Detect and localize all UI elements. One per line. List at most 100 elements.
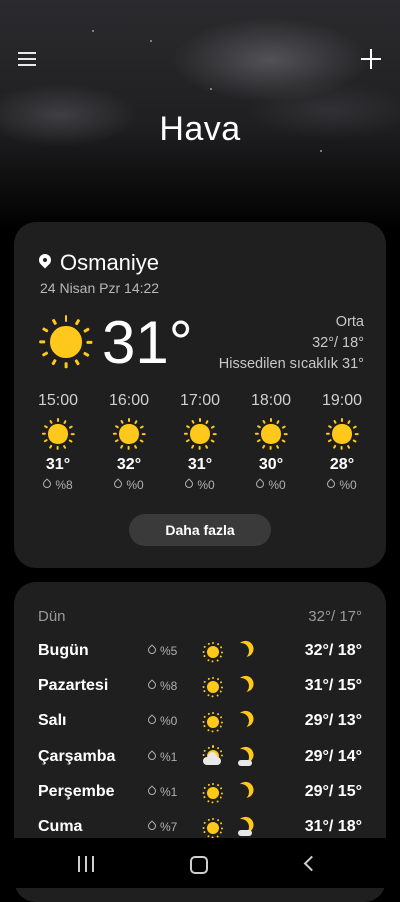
daily-row[interactable]: Bugün %5 32°/ 18°: [38, 640, 362, 664]
partly-cloudy-icon: [202, 745, 224, 768]
menu-icon[interactable]: [18, 50, 40, 68]
more-button[interactable]: Daha fazla: [129, 514, 271, 546]
hourly-item: 17:00 31° %0: [170, 392, 230, 492]
hour-rain-value: %0: [339, 478, 357, 492]
sun-icon: [202, 817, 224, 839]
raindrop-icon: [146, 750, 158, 762]
hour-rain: %0: [312, 478, 372, 492]
hour-temp: 32°: [116, 456, 142, 473]
day-rain-value: %5: [160, 644, 178, 658]
hour-time: 19:00: [321, 392, 363, 409]
star: [210, 88, 212, 90]
recents-icon[interactable]: [78, 856, 96, 872]
raindrop-icon: [146, 714, 158, 726]
day-temps: 32°/ 18°: [304, 642, 362, 659]
raindrop-icon: [146, 820, 158, 832]
sun-icon: [202, 641, 224, 663]
moon-icon: [236, 783, 256, 803]
raindrop-icon: [183, 478, 195, 490]
system-navbar: [0, 838, 400, 888]
moon-icon: [236, 642, 256, 662]
hour-time: 15:00: [37, 392, 79, 409]
daily-row[interactable]: Pazartesi %8 31°/ 15°: [38, 675, 362, 699]
hour-temp: 30°: [258, 456, 284, 473]
moon-icon: [236, 677, 256, 697]
raindrop-icon: [146, 679, 158, 691]
hourly-item: 15:00 31° %8: [28, 392, 88, 492]
hour-rain-value: %0: [197, 478, 215, 492]
sun-icon: [202, 676, 224, 698]
hour-rain-value: %0: [126, 478, 144, 492]
yesterday-row: Dün 32°/ 17°: [38, 608, 362, 625]
raindrop-icon: [254, 478, 266, 490]
raindrop-icon: [146, 644, 158, 656]
home-icon[interactable]: [190, 856, 208, 874]
daily-row[interactable]: Perşembe %1 29°/ 15°: [38, 781, 362, 805]
day-rain: %1: [146, 750, 178, 764]
sun-icon: [325, 417, 359, 451]
hour-rain: %0: [241, 478, 301, 492]
day-temps: 31°/ 15°: [304, 677, 362, 694]
day-name: Bugün: [38, 642, 89, 659]
current-datetime: 24 Nisan Pzr 14:22: [40, 280, 160, 296]
hour-rain: %0: [99, 478, 159, 492]
hourly-item: 16:00 32° %0: [99, 392, 159, 492]
plus-icon[interactable]: [360, 48, 382, 70]
current-details: Orta 32°/ 18° Hissedilen sıcaklık 31°: [219, 312, 364, 375]
moon-cloud-icon: [236, 818, 256, 838]
moon-cloud-icon: [236, 748, 256, 768]
sun-icon: [202, 711, 224, 733]
day-name: Perşembe: [38, 783, 115, 800]
raindrop-icon: [146, 785, 158, 797]
condition-label: Orta: [335, 314, 364, 330]
hour-time: 17:00: [179, 392, 221, 409]
hourly-item: 19:00 28° %0: [312, 392, 372, 492]
raindrop-icon: [41, 478, 53, 490]
daily-row[interactable]: Çarşamba %1 29°/ 14°: [38, 745, 362, 770]
day-name: Pazartesi: [38, 677, 109, 694]
sun-icon: [202, 782, 224, 804]
high-low: 32°/ 18°: [312, 335, 364, 351]
yesterday-temps: 32°/ 17°: [308, 608, 362, 625]
app-title: Hava: [159, 110, 241, 148]
current-weather-card[interactable]: Osmaniye 24 Nisan Pzr 14:22 31° Orta 32°…: [14, 222, 386, 568]
yesterday-label: Dün: [38, 608, 66, 625]
hour-temp: 28°: [329, 456, 355, 473]
star: [92, 30, 94, 32]
location-name: Osmaniye: [60, 250, 160, 275]
day-temps: 29°/ 13°: [304, 712, 362, 729]
day-rain-value: %7: [160, 820, 178, 834]
day-rain-value: %0: [160, 714, 178, 728]
sun-icon: [183, 417, 217, 451]
location-pin-icon: [38, 254, 52, 272]
sun-icon: [39, 315, 93, 369]
daily-row[interactable]: Cuma %7 31°/ 18°: [38, 816, 362, 840]
hour-rain-value: %0: [268, 478, 286, 492]
hour-temp: 31°: [187, 456, 213, 473]
day-rain-value: %1: [160, 750, 178, 764]
raindrop-icon: [112, 478, 124, 490]
hour-rain: %0: [170, 478, 230, 492]
star: [150, 40, 152, 42]
day-rain: %7: [146, 820, 178, 834]
hour-time: 16:00: [108, 392, 150, 409]
day-temps: 31°/ 18°: [304, 818, 362, 835]
hour-rain: %8: [28, 478, 88, 492]
hourly-forecast: 15:00 31° %8 16:00 32° %0 17:00 31° %0 1…: [28, 392, 372, 492]
hour-time: 18:00: [250, 392, 292, 409]
day-name: Çarşamba: [38, 748, 116, 765]
day-name: Cuma: [38, 818, 83, 835]
raindrop-icon: [325, 478, 337, 490]
day-rain-value: %8: [160, 679, 178, 693]
star: [320, 150, 322, 152]
back-icon[interactable]: [303, 855, 320, 872]
hour-temp: 31°: [45, 456, 71, 473]
location-row[interactable]: Osmaniye: [38, 250, 159, 276]
day-temps: 29°/ 15°: [304, 783, 362, 800]
daily-row[interactable]: Salı %0 29°/ 13°: [38, 710, 362, 734]
day-temps: 29°/ 14°: [304, 748, 362, 765]
day-rain-value: %1: [160, 785, 178, 799]
sun-icon: [254, 417, 288, 451]
day-rain: %8: [146, 679, 178, 693]
hourly-item: 18:00 30° %0: [241, 392, 301, 492]
